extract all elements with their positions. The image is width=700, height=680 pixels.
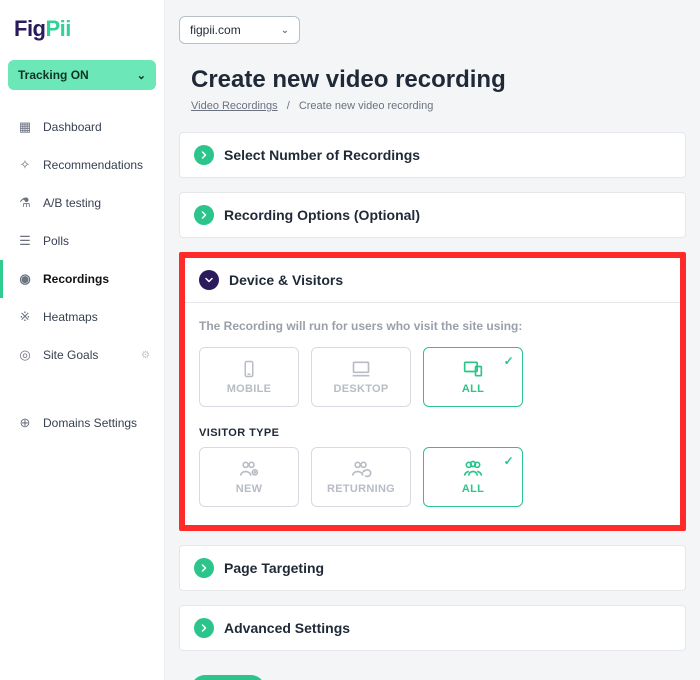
site-selector-value: figpii.com <box>190 23 241 37</box>
sidebar: FigPii Tracking ON ⌄ ▦ Dashboard ✧ Recom… <box>0 0 165 680</box>
user-return-icon <box>348 459 374 479</box>
sidebar-item-abtesting[interactable]: ⚗ A/B testing <box>0 184 164 222</box>
record-icon: ◉ <box>17 271 33 287</box>
mobile-icon <box>236 359 262 379</box>
section-title: Select Number of Recordings <box>224 147 420 163</box>
visitor-tile-returning[interactable]: RETURNING <box>311 447 411 507</box>
section-advanced-settings[interactable]: Advanced Settings <box>179 605 686 651</box>
chevron-right-icon <box>194 145 214 165</box>
user-plus-icon <box>236 459 262 479</box>
sidebar-item-polls[interactable]: ☰ Polls <box>0 222 164 260</box>
sidebar-item-label: Recommendations <box>43 158 143 172</box>
breadcrumb-sep: / <box>287 100 290 112</box>
section-page-targeting[interactable]: Page Targeting <box>179 545 686 591</box>
section-title: Advanced Settings <box>224 620 350 636</box>
heatmap-icon: ※ <box>17 309 33 325</box>
sidebar-item-dashboard[interactable]: ▦ Dashboard <box>0 108 164 146</box>
check-icon: ✓ <box>504 354 514 368</box>
target-icon: ◎ <box>17 347 33 363</box>
tile-label: NEW <box>236 483 263 495</box>
tracking-badge-label: Tracking ON <box>18 68 89 82</box>
check-icon: ✓ <box>504 454 514 468</box>
chevron-down-icon: ⌄ <box>281 25 289 36</box>
list-icon: ☰ <box>17 233 33 249</box>
section-header[interactable]: Device & Visitors <box>185 258 680 302</box>
save-button[interactable]: Save › <box>191 675 265 680</box>
breadcrumb-root[interactable]: Video Recordings <box>191 100 278 112</box>
sidebar-item-label: Polls <box>43 234 69 248</box>
site-selector[interactable]: figpii.com ⌄ <box>179 16 300 44</box>
sidebar-item-domains[interactable]: ⊕ Domains Settings <box>0 404 164 442</box>
section-number-recordings[interactable]: Select Number of Recordings <box>179 132 686 178</box>
visitor-tile-all[interactable]: ✓ ALL <box>423 447 523 507</box>
breadcrumb-here: Create new video recording <box>299 100 434 112</box>
dashboard-icon: ▦ <box>17 119 33 135</box>
sidebar-item-label: A/B testing <box>43 196 101 210</box>
desktop-icon <box>348 359 374 379</box>
sidebar-item-heatmaps[interactable]: ※ Heatmaps <box>0 298 164 336</box>
device-tiles: MOBILE DESKTOP ✓ ALL <box>199 347 666 407</box>
device-hint: The Recording will run for users who vis… <box>199 319 666 333</box>
sparkle-icon: ✧ <box>17 157 33 173</box>
sidebar-item-sitegoals[interactable]: ◎ Site Goals ⚙ <box>0 336 164 374</box>
logo: FigPii <box>0 10 164 56</box>
device-tile-mobile[interactable]: MOBILE <box>199 347 299 407</box>
devices-icon <box>460 359 486 379</box>
visitor-type-heading: VISITOR TYPE <box>199 427 666 439</box>
chevron-down-icon: ⌄ <box>137 69 146 82</box>
flask-icon: ⚗ <box>17 195 33 211</box>
tracking-badge[interactable]: Tracking ON ⌄ <box>8 60 156 90</box>
chevron-right-icon <box>194 558 214 578</box>
tile-label: ALL <box>462 483 484 495</box>
device-tile-desktop[interactable]: DESKTOP <box>311 347 411 407</box>
chevron-down-icon <box>199 270 219 290</box>
section-title: Recording Options (Optional) <box>224 207 420 223</box>
section-title: Page Targeting <box>224 560 324 576</box>
tile-label: ALL <box>462 383 484 395</box>
globe-icon: ⊕ <box>17 415 33 431</box>
sidebar-item-label: Heatmaps <box>43 310 98 324</box>
section-device-visitors: Device & Visitors The Recording will run… <box>179 252 686 531</box>
sidebar-item-label: Dashboard <box>43 120 102 134</box>
chevron-right-icon <box>194 618 214 638</box>
tile-label: DESKTOP <box>333 383 388 395</box>
gear-icon: ⚙ <box>141 350 150 361</box>
tile-label: MOBILE <box>227 383 272 395</box>
device-tile-all[interactable]: ✓ ALL <box>423 347 523 407</box>
page-title: Create new video recording <box>191 66 686 94</box>
section-title: Device & Visitors <box>229 272 343 288</box>
sidebar-item-label: Site Goals <box>43 348 98 362</box>
breadcrumb: Video Recordings / Create new video reco… <box>191 100 686 112</box>
sidebar-item-label: Domains Settings <box>43 416 137 430</box>
tile-label: RETURNING <box>327 483 395 495</box>
sidebar-item-recordings[interactable]: ◉ Recordings <box>0 260 164 298</box>
main-content: figpii.com ⌄ Create new video recording … <box>165 0 700 680</box>
visitor-tile-new[interactable]: NEW <box>199 447 299 507</box>
visitor-tiles: NEW RETURNING ✓ ALL <box>199 447 666 507</box>
topbar: figpii.com ⌄ <box>179 10 686 60</box>
chevron-right-icon <box>194 205 214 225</box>
sidebar-item-label: Recordings <box>43 272 109 286</box>
sidebar-item-recommendations[interactable]: ✧ Recommendations <box>0 146 164 184</box>
users-icon <box>460 459 486 479</box>
section-recording-options[interactable]: Recording Options (Optional) <box>179 192 686 238</box>
